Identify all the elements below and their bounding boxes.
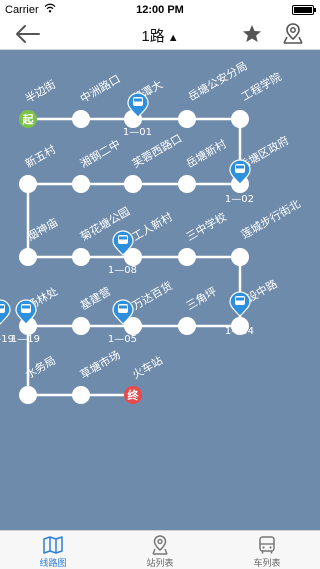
status-bar: Carrier 12:00 PM [0, 0, 320, 20]
stop-marker [72, 386, 90, 404]
bus-label: 1—08 [108, 265, 137, 276]
bus-window [236, 165, 244, 169]
bus-window [134, 98, 142, 102]
stop-label: 三角坪 [184, 285, 219, 313]
stop-marker [19, 175, 37, 193]
tab-label: 车列表 [253, 558, 281, 568]
clock: 12:00 PM [136, 4, 184, 16]
stop-marker [72, 248, 90, 266]
bus-window [119, 236, 127, 240]
stop-label: 草塘市场 [78, 347, 123, 381]
stop-label: 工人新村 [130, 209, 175, 243]
dropdown-arrow-icon: ▲ [167, 32, 179, 44]
map-icon [43, 536, 63, 554]
stop-label: 半边街 [23, 77, 59, 106]
tab-label: 线路图 [39, 558, 67, 568]
stop-label: 湘钢二中 [78, 136, 123, 170]
stop-label: 岳塘公安分局 [186, 58, 250, 103]
stop-label: 基建营 [78, 284, 114, 313]
stop-marker [178, 317, 196, 335]
bus-window [0, 305, 4, 309]
stop-marker [72, 110, 90, 128]
stop-marker [178, 248, 196, 266]
stop-label: 火车站 [130, 353, 166, 382]
tab-bar: 线路图 站列表 车列表 [0, 530, 320, 569]
tab-stop-list[interactable]: 站列表 [107, 531, 213, 569]
stop-label: 中洲路口 [78, 72, 123, 105]
map-pin-icon[interactable] [281, 22, 305, 46]
bus-window [119, 305, 127, 309]
stop-marker [231, 110, 249, 128]
location-pin-icon [152, 535, 168, 555]
stop-label: 三中学校 [184, 209, 229, 243]
bus-label: 1—01 [123, 127, 152, 138]
tab-bus-list[interactable]: 车列表 [214, 531, 320, 569]
bus-marker[interactable] [0, 299, 11, 325]
stop-marker [19, 386, 37, 404]
stop-marker [231, 248, 249, 266]
stop-marker [178, 175, 196, 193]
nav-bar: 1路 ▲ [0, 20, 320, 50]
bus-label: 1—02 [225, 194, 254, 205]
stop-label: 工程学院 [239, 69, 284, 103]
stop-label: 岳塘新村 [184, 136, 229, 170]
stop-marker [72, 175, 90, 193]
tab-route-map[interactable]: 线路图 [0, 531, 106, 569]
stop-label: 万达百货 [130, 278, 175, 312]
bus-window [22, 305, 30, 309]
route-diagram: 半边街 中洲路口 湘潭大 岳塘公安分局工程学院岳塘区政府岳塘新村芙蓉西路口湘钢二中新五… [0, 58, 303, 404]
route-map[interactable]: 半边街 中洲路口 湘潭大 岳塘公安分局 工程学院 岳塘区政府 岳塘新村 芙蓉西路口 湘钢二中 新五… [0, 50, 320, 530]
bus-marker[interactable] [229, 291, 251, 317]
stop-label: 新五村 [23, 142, 59, 171]
bus-window [236, 297, 244, 301]
start-badge-label: 起 [22, 112, 35, 126]
battery-icon [292, 5, 316, 15]
stop-marker [178, 110, 196, 128]
stop-marker [72, 317, 90, 335]
stop-marker [124, 175, 142, 193]
route-selector[interactable]: 1路 ▲ [0, 25, 320, 46]
stop-label: 烟神庙 [25, 215, 61, 244]
bus-label: 1—19 [11, 334, 40, 345]
bus-label: 1—05 [108, 334, 137, 345]
bus-label: 1—04 [225, 326, 254, 337]
star-icon[interactable] [240, 22, 264, 46]
page-title: 1路 [141, 28, 165, 45]
end-badge-label: 终 [128, 388, 140, 402]
stop-marker [19, 248, 37, 266]
tab-label: 站列表 [146, 558, 174, 568]
bus-icon [259, 536, 275, 554]
